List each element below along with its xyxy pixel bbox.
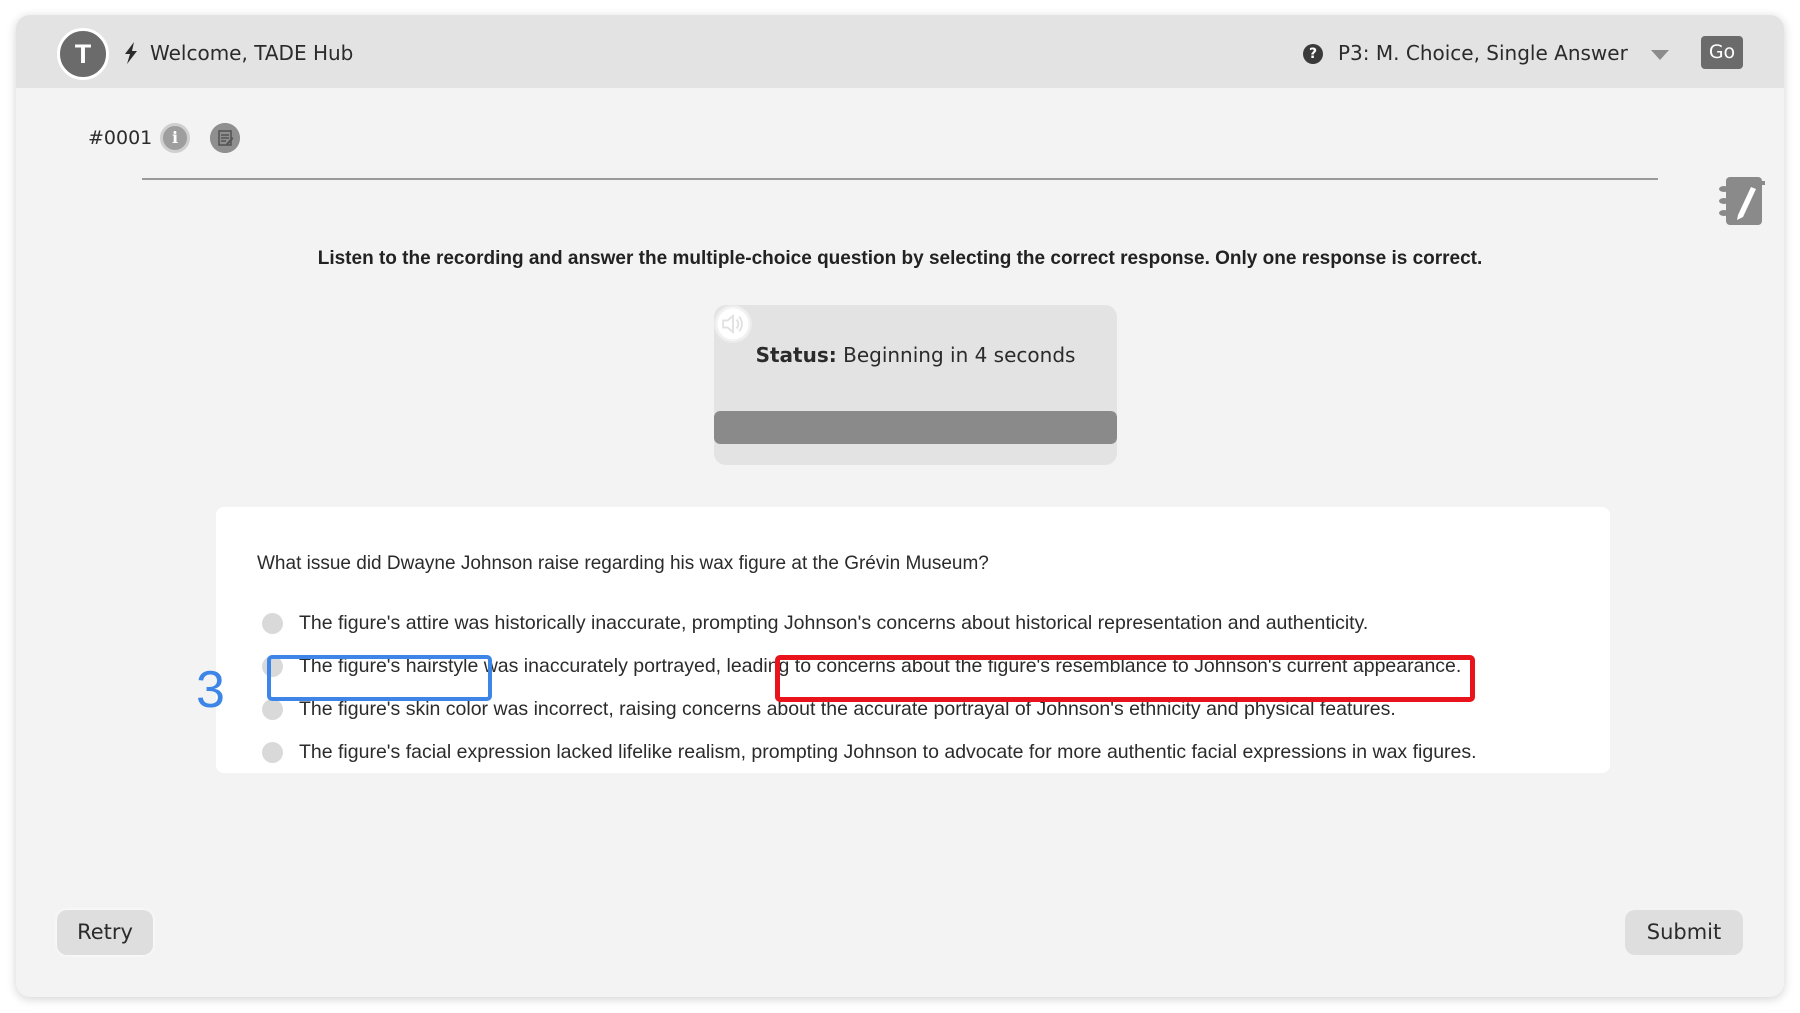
chevron-down-icon[interactable]: [1651, 50, 1669, 60]
notes-icon[interactable]: [210, 123, 240, 153]
top-bar: T Welcome, TADE Hub ? P3: M. Choice, Sin…: [16, 15, 1784, 88]
avatar[interactable]: T: [57, 28, 109, 80]
item-id: #0001: [88, 127, 153, 149]
divider: [142, 178, 1658, 180]
retry-button[interactable]: Retry: [57, 910, 153, 955]
lightning-icon: [125, 42, 137, 64]
go-button[interactable]: Go: [1701, 36, 1743, 69]
option-text: The figure's facial expression lacked li…: [299, 741, 1477, 763]
status-value: Beginning in 4 seconds: [843, 343, 1076, 367]
annotation-number: 3: [196, 661, 225, 719]
audio-progress-bar: [714, 411, 1117, 444]
option-radio[interactable]: [262, 612, 283, 634]
notebook-pencil-icon[interactable]: [1718, 175, 1766, 227]
instruction-text: Listen to the recording and answer the m…: [317, 248, 1483, 269]
status-label: Status:: [755, 343, 837, 367]
option-text: The figure's attire was historically ina…: [299, 612, 1369, 634]
option-radio[interactable]: [262, 698, 283, 720]
question-text: What issue did Dwayne Johnson raise rega…: [257, 553, 989, 574]
speaker-icon[interactable]: [714, 305, 752, 343]
option-text-part-b: was incorrect, raising concerns: [488, 698, 762, 720]
question-type-select[interactable]: P3: M. Choice, Single Answer: [1338, 40, 1628, 66]
audio-progress-fill: [714, 411, 1117, 444]
option-text-part-a: The figure's skin color: [299, 698, 489, 720]
option-4[interactable]: The figure's facial expression lacked li…: [262, 737, 1477, 767]
info-icon[interactable]: i: [160, 123, 190, 153]
submit-button[interactable]: Submit: [1625, 910, 1743, 955]
welcome-text: Welcome, TADE Hub: [150, 41, 354, 65]
option-1[interactable]: The figure's attire was historically ina…: [262, 608, 1368, 638]
app-window: T Welcome, TADE Hub ? P3: M. Choice, Sin…: [16, 15, 1784, 997]
audio-player: Status: Beginning in 4 seconds: [714, 305, 1117, 465]
question-card: What issue did Dwayne Johnson raise rega…: [216, 507, 1610, 773]
option-radio[interactable]: [262, 741, 283, 763]
annotation-red-box: [775, 655, 1475, 702]
instruction-container: Listen to the recording and answer the m…: [16, 246, 1784, 272]
audio-status: Status: Beginning in 4 seconds: [714, 342, 1117, 368]
help-icon[interactable]: ?: [1303, 44, 1323, 64]
annotation-blue-box: [267, 655, 492, 701]
